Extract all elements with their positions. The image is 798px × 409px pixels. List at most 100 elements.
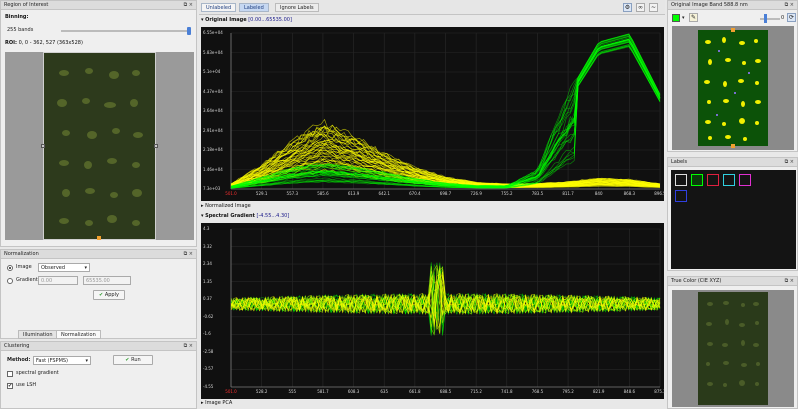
use-lsh-checkbox[interactable]: ✔ (7, 383, 13, 389)
band-panel-controls[interactable]: ⧉ × (785, 1, 794, 10)
image-pca-header[interactable]: ▸ Image PCA (201, 399, 232, 408)
color-swatch[interactable] (672, 14, 680, 22)
close-icon[interactable]: × (189, 343, 193, 349)
gradient-x-tick: 688.5 (439, 389, 452, 394)
gradient-y-tick: -1.6 (203, 331, 211, 337)
method-label: Method: (7, 357, 31, 363)
original-x-tick: 840 (594, 191, 603, 196)
tab-illumination[interactable]: Illumination (18, 330, 58, 339)
close-icon[interactable]: × (790, 278, 794, 284)
roi-panel-title-text: Region of Interest (4, 2, 49, 8)
chevron-down-icon[interactable]: ▾ (682, 14, 685, 22)
original-image-plot[interactable]: 501.0 529.1 557.3 585.6 613.9 642.1 670.4 698.7… (201, 27, 666, 201)
method-select[interactable]: Fast (FSPMS) ▾ (33, 356, 91, 365)
gradient-x-tick: 555 (288, 389, 297, 394)
gradient-y-tick: 1.35 (203, 278, 212, 284)
true-color-image[interactable] (698, 292, 768, 405)
binning-slider-handle[interactable] (187, 27, 191, 35)
gradient-max-field[interactable]: 65535.00 (83, 276, 131, 285)
tab-unlabeled[interactable]: Unlabeled (201, 3, 237, 12)
roi-panel: Region of Interest ⧉ × Binning: 255 band… (0, 0, 197, 247)
spectral-gradient-header[interactable]: ▾ Spectral Gradient [-4.55...4.30] (201, 212, 289, 221)
normalization-panel-title: Normalization (1, 250, 196, 259)
gradient-x-tick: 768.5 (531, 389, 544, 394)
clustering-panel-controls[interactable]: ⧉ × (184, 342, 193, 351)
float-icon[interactable]: ⧉ (184, 251, 188, 257)
original-y-tick: 6.55e+04 (203, 30, 223, 35)
float-icon[interactable]: ⧉ (184, 343, 188, 349)
image-mode-select[interactable]: Observed ▾ (38, 263, 90, 272)
original-image-header[interactable]: ▾ Original Image [0.00...65535.00] (201, 16, 292, 25)
roi-panel-controls[interactable]: ⧉ × (184, 1, 193, 10)
original-y-tick: 1.46e+04 (203, 166, 223, 172)
gradient-x-tick: 661.8 (409, 389, 421, 394)
label-swatch-5[interactable] (675, 190, 687, 202)
true-color-panel-controls[interactable]: ⧉ × (785, 277, 794, 286)
spectral-gradient-label: spectral gradient (16, 370, 59, 376)
roi-handle-bottom[interactable] (97, 236, 101, 240)
alpha-slider-handle[interactable] (764, 14, 767, 23)
original-image-range: [0.00...65535.00] (248, 17, 292, 23)
gradient-spectrum-svg (230, 228, 661, 388)
labels-list[interactable] (671, 170, 796, 269)
clustering-panel: Clustering ⧉ × Method: Fast (FSPMS) ▾ ✔ … (0, 341, 197, 409)
label-swatch-2[interactable] (707, 174, 719, 186)
label-swatch-4[interactable] (739, 174, 751, 186)
tab-ignore-labels[interactable]: Ignore Labels (275, 3, 319, 12)
original-y-tick: 3.64e+04 (203, 108, 223, 113)
label-swatch-1[interactable] (691, 174, 703, 186)
paint-icon[interactable]: ✎ (689, 13, 698, 22)
close-icon[interactable]: × (189, 251, 193, 257)
true-color-frame[interactable] (672, 290, 794, 407)
close-icon[interactable]: × (790, 2, 794, 8)
gradient-x-tick: 715.2 (470, 389, 482, 394)
roi-image-frame[interactable] (5, 52, 194, 240)
chevron-down-icon: ▾ (84, 265, 87, 271)
alpha-slider-track[interactable] (760, 18, 780, 20)
band-image[interactable] (698, 30, 768, 146)
image-radio[interactable] (7, 265, 13, 271)
viewer-toolbar: Unlabeled Labeled Ignore Labels ⚙ ∞ ~ (199, 0, 665, 15)
spectral-gradient-checkbox[interactable] (7, 371, 13, 377)
refresh-icon[interactable]: ⟳ (787, 13, 796, 22)
float-icon[interactable]: ⧉ (184, 2, 188, 8)
binning-slider-track[interactable] (61, 30, 189, 32)
tab-normalization[interactable]: Normalization (56, 330, 101, 339)
roi-selection[interactable] (43, 52, 156, 240)
gear-icon[interactable]: ⚙ (623, 3, 632, 12)
labels-panel-controls[interactable]: ⧉ × (785, 158, 794, 167)
chevron-right-icon: ▸ (201, 400, 204, 406)
true-color-grains (706, 301, 760, 387)
gradient-min-field[interactable]: 0.00 (38, 276, 78, 285)
float-icon[interactable]: ⧉ (785, 159, 789, 165)
original-image-title: Original Image (205, 17, 247, 23)
normalized-image-header[interactable]: ▸ Normalized Image (201, 202, 251, 211)
label-swatch-0[interactable] (675, 174, 687, 186)
link-icon[interactable]: ∞ (636, 3, 645, 12)
chevron-down-icon: ▾ (201, 213, 204, 219)
band-panel-title-text: Original Image Band 588.8 nm (671, 2, 748, 8)
float-icon[interactable]: ⧉ (785, 278, 789, 284)
gradient-radio[interactable] (7, 278, 13, 284)
band-image-frame[interactable] (672, 26, 794, 150)
apply-button[interactable]: ✔ Apply (93, 290, 125, 300)
float-icon[interactable]: ⧉ (785, 2, 789, 8)
band-handle-top[interactable] (731, 28, 735, 32)
original-y-tick: 5.83e+04 (203, 49, 223, 55)
curve-icon[interactable]: ~ (649, 3, 658, 12)
close-icon[interactable]: × (189, 2, 193, 8)
tab-labeled[interactable]: Labeled (239, 3, 269, 12)
gradient-radio-label: Gradient (16, 277, 38, 283)
run-button[interactable]: ✔ Run (113, 355, 153, 365)
original-y-tick: 5.1e+04 (203, 69, 221, 74)
original-x-tick: 755.2 (501, 191, 513, 196)
roi-handle-right[interactable] (154, 144, 158, 148)
band-handle-bottom[interactable] (731, 144, 735, 148)
close-icon[interactable]: × (790, 159, 794, 165)
normalization-panel-controls[interactable]: ⧉ × (184, 250, 193, 259)
label-swatch-3[interactable] (723, 174, 735, 186)
original-y-tick: 2.18e+04 (203, 147, 223, 152)
spectral-gradient-plot[interactable]: 501.0 528.2 555 581.7 608.3 635 661.8 688.5 715.… (201, 223, 666, 399)
gradient-y-tick: -3.57 (203, 366, 214, 372)
roi-handle-left[interactable] (41, 144, 45, 148)
